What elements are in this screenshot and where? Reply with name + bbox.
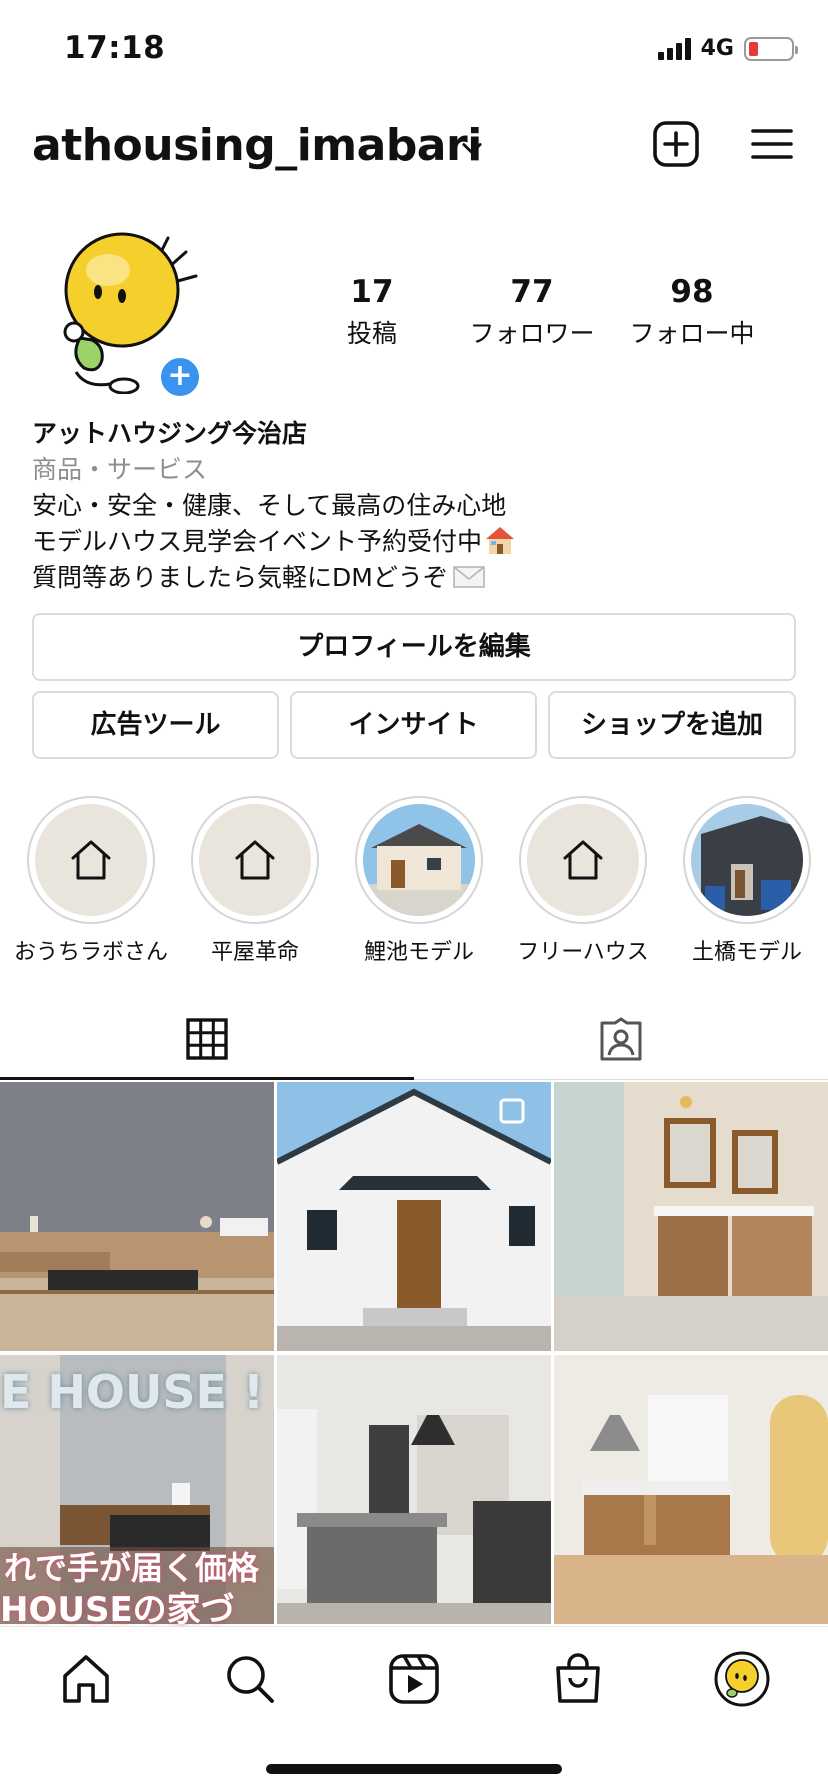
bio-line: モデルハウス見学会イベント予約受付中: [32, 522, 792, 558]
stat-following[interactable]: 98 フォロー中: [612, 274, 772, 350]
grid-icon: [186, 1017, 228, 1060]
insights-button[interactable]: インサイト: [290, 691, 537, 759]
reels-icon[interactable]: [386, 1651, 442, 1707]
post-thumbnail[interactable]: [554, 1082, 828, 1351]
post-thumbnail[interactable]: [277, 1355, 551, 1624]
status-indicators: 4G: [657, 36, 798, 61]
home-indicator[interactable]: [266, 1764, 562, 1774]
model-house-photo: [363, 804, 475, 916]
menu-icon[interactable]: [750, 122, 794, 166]
add-shop-button[interactable]: ショップを追加: [548, 691, 796, 759]
add-post-icon[interactable]: [652, 120, 700, 168]
home-icon[interactable]: [58, 1651, 114, 1707]
status-time: 17:18: [64, 30, 166, 66]
edit-profile-button[interactable]: プロフィールを編集: [32, 613, 796, 681]
house-icon: [235, 840, 275, 880]
tagged-icon: [600, 1017, 642, 1060]
post-overlay-text-bottom: HOUSEの家づ: [0, 1590, 235, 1630]
post-thumbnail[interactable]: [277, 1082, 551, 1351]
search-icon[interactable]: [222, 1651, 278, 1707]
highlight-hiraya[interactable]: 平屋革命: [173, 796, 337, 966]
post-thumbnail[interactable]: [0, 1082, 274, 1351]
house-icon: [563, 840, 603, 880]
house-emoji-icon: [486, 527, 515, 554]
profile-tabs: [0, 1000, 828, 1080]
highlight-ouchi-labo[interactable]: おうちラボさん: [9, 796, 173, 966]
profile-name: アットハウジング今治店: [32, 419, 308, 448]
stat-followers[interactable]: 77 フォロワー: [452, 274, 612, 350]
highlight-tsuchihashi-model[interactable]: 土橋モデル: [665, 796, 828, 966]
chevron-down-icon[interactable]: [458, 134, 486, 162]
envelope-emoji-icon: [453, 566, 485, 588]
house-icon: [71, 840, 111, 880]
post-thumbnail[interactable]: [554, 1355, 828, 1624]
ad-tools-button[interactable]: 広告ツール: [32, 691, 279, 759]
profile-category: 商品・サービス: [32, 455, 208, 484]
highlight-free-house[interactable]: フリーハウス: [501, 796, 665, 966]
highlight-koiike-model[interactable]: 鯉池モデル: [337, 796, 501, 966]
tab-grid[interactable]: [0, 1000, 414, 1080]
profile-avatar[interactable]: [714, 1651, 770, 1707]
battery-icon: [744, 36, 798, 61]
account-username[interactable]: athousing_imabari: [32, 120, 482, 171]
profile-header: athousing_imabari: [0, 110, 828, 186]
tab-tagged[interactable]: [414, 1000, 828, 1080]
model-house-photo: [691, 804, 803, 916]
add-story-button[interactable]: +: [157, 354, 203, 400]
status-bar: 17:18 4G: [0, 0, 828, 100]
profile-bio: アットハウジング今治店 商品・サービス 安心・安全・健康、そして最高の住み心地 …: [32, 414, 792, 594]
stat-posts[interactable]: 17 投稿: [292, 274, 452, 350]
post-overlay-text-top: E HOUSE !: [0, 1365, 264, 1419]
post-grid: E HOUSE ! れで手が届く価格 HOUSEの家づ: [0, 1082, 828, 1630]
shop-icon[interactable]: [550, 1651, 606, 1707]
bio-line: 安心・安全・健康、そして最高の住み心地: [32, 491, 507, 520]
signal-icon: [657, 37, 691, 60]
network-type: 4G: [700, 36, 734, 61]
bio-line: 質問等ありましたら気軽にDMどうぞ: [32, 558, 792, 594]
